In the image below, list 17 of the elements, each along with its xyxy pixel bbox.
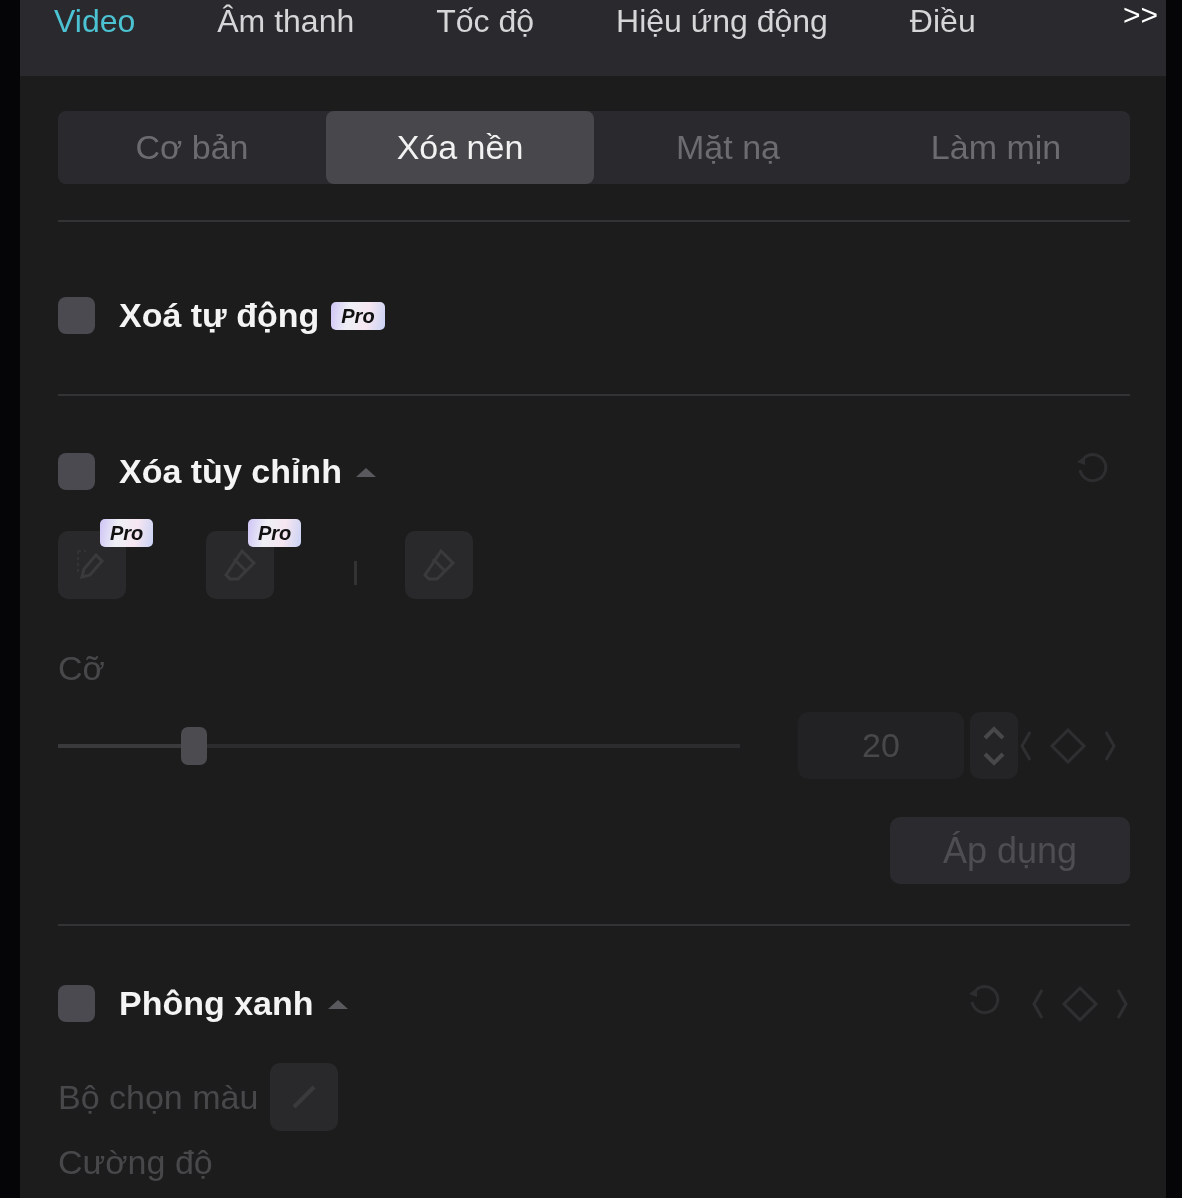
color-picker-button[interactable] xyxy=(270,1063,339,1131)
checkbox[interactable] xyxy=(58,985,95,1022)
section-title: Xoá tự động xyxy=(119,295,320,336)
tab[interactable]: Âm thanh xyxy=(217,6,355,36)
stepper-button[interactable] xyxy=(970,712,1018,779)
slider-thumb[interactable] xyxy=(181,726,208,765)
pro-badge: Pro xyxy=(248,519,302,547)
checkbox[interactable] xyxy=(58,297,95,334)
tab[interactable]: Video xyxy=(54,6,136,36)
tab[interactable]: Điều xyxy=(909,6,976,36)
section-title: Phông xanh xyxy=(119,983,314,1024)
pro-badge: Pro xyxy=(100,519,154,547)
section-title: Xóa tùy chỉnh xyxy=(119,451,342,492)
pro-badge: Pro xyxy=(331,301,385,330)
sub-tab[interactable]: Xóa nền xyxy=(326,111,594,184)
checkbox[interactable] xyxy=(58,453,95,490)
tab[interactable]: Tốc độ xyxy=(436,6,535,36)
